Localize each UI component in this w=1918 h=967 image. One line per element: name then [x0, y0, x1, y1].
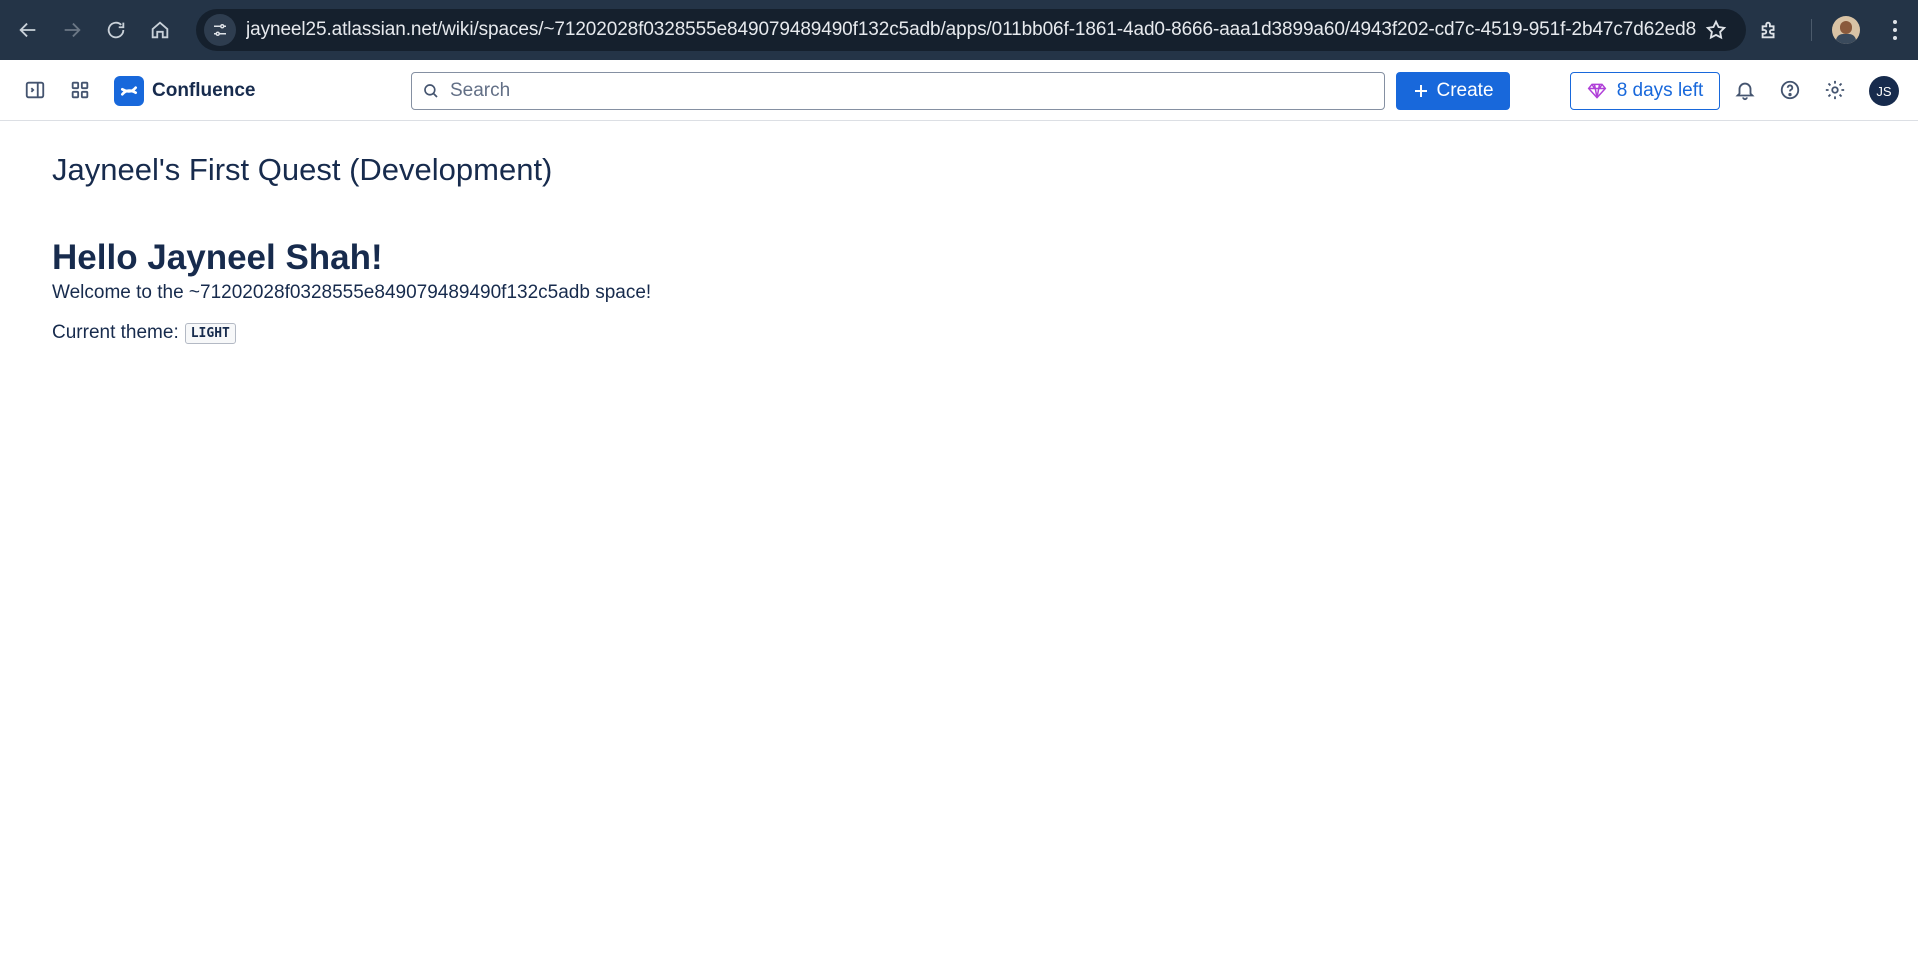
- sidebar-toggle-button[interactable]: [19, 74, 51, 106]
- page-title: Jayneel's First Quest (Development): [52, 152, 553, 187]
- plus-icon: [1415, 85, 1428, 97]
- help-button[interactable]: [1774, 74, 1806, 106]
- product-name: Confluence: [152, 80, 256, 101]
- trial-label: 8 days left: [1616, 80, 1704, 101]
- home-button[interactable]: [140, 10, 180, 50]
- search-icon: [424, 84, 438, 98]
- sidebar-toggle-icon: [25, 81, 45, 99]
- profile-avatar[interactable]: [1832, 16, 1860, 44]
- extensions-button[interactable]: [1749, 10, 1789, 50]
- star-icon: [1705, 19, 1727, 40]
- more-vertical-icon: [1893, 20, 1897, 40]
- arrow-right-icon: [64, 22, 81, 38]
- theme-line: Current theme: LIGHT: [52, 322, 236, 344]
- gem-icon: [1587, 83, 1607, 99]
- confluence-logo-icon: [114, 76, 144, 106]
- reload-button[interactable]: [96, 10, 136, 50]
- app-grid-icon: [71, 81, 89, 99]
- bookmark-button[interactable]: [1696, 10, 1736, 50]
- gear-icon: [1825, 80, 1845, 100]
- help-icon: [1780, 80, 1800, 100]
- search-input[interactable]: [448, 79, 1352, 103]
- bell-icon: [1735, 82, 1755, 101]
- greeting-heading: Hello Jayneel Shah!: [52, 238, 383, 277]
- theme-label: Current theme:: [52, 322, 179, 343]
- arrow-left-icon: [19, 22, 36, 38]
- app-header: Confluence Create 8 days left JS: [0, 60, 1918, 121]
- site-info-button[interactable]: [204, 14, 236, 46]
- tune-icon: [214, 24, 226, 36]
- theme-value: LIGHT: [184, 322, 236, 344]
- create-button[interactable]: Create: [1396, 72, 1510, 110]
- welcome-text: Welcome to the ~71202028f0328555e8490794…: [52, 282, 652, 303]
- browser-toolbar: jayneel25.atlassian.net/wiki/spaces/~712…: [0, 0, 1918, 60]
- forward-button[interactable]: [52, 10, 92, 50]
- toolbar-divider: [1811, 19, 1812, 41]
- reload-icon: [107, 21, 125, 39]
- trial-button[interactable]: 8 days left: [1570, 72, 1720, 110]
- browser-menu-button[interactable]: [1880, 10, 1910, 50]
- address-bar[interactable]: jayneel25.atlassian.net/wiki/spaces/~712…: [196, 9, 1746, 51]
- user-avatar[interactable]: JS: [1869, 76, 1899, 106]
- browser-actions: [1749, 10, 1918, 50]
- notifications-button[interactable]: [1729, 74, 1761, 106]
- search-field[interactable]: [411, 72, 1385, 110]
- home-icon: [151, 21, 169, 39]
- app-switcher-button[interactable]: [64, 74, 96, 106]
- url-text[interactable]: jayneel25.atlassian.net/wiki/spaces/~712…: [246, 19, 1696, 41]
- settings-button[interactable]: [1819, 74, 1851, 106]
- confluence-logo[interactable]: Confluence: [114, 76, 255, 106]
- create-label: Create: [1436, 80, 1494, 101]
- puzzle-icon: [1761, 21, 1775, 39]
- back-button[interactable]: [8, 10, 48, 50]
